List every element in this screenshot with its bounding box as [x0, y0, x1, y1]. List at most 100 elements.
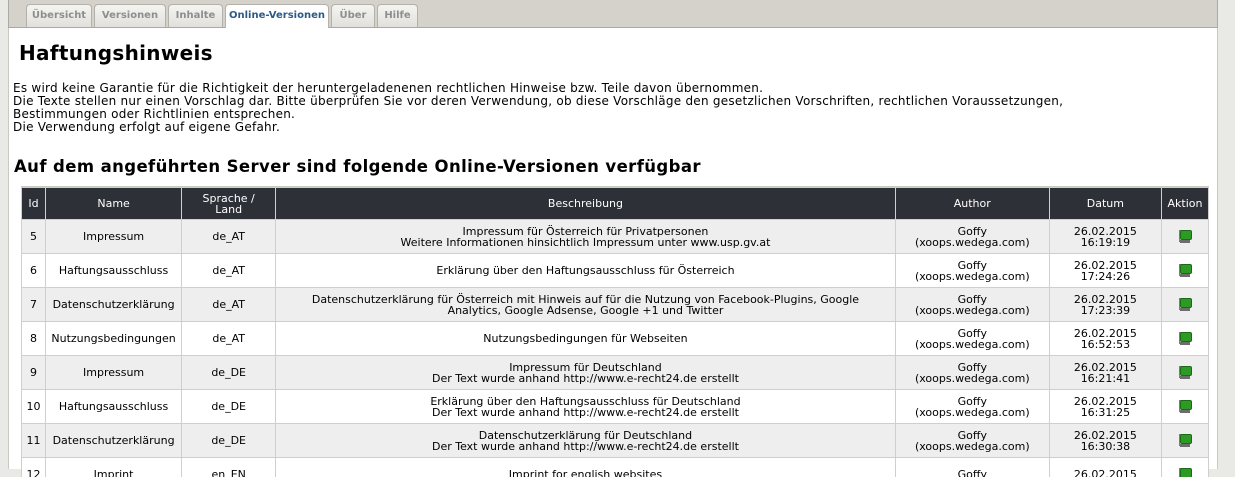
table-header-row: Id Name Sprache /Land Beschreibung Autho… [22, 188, 1208, 219]
download-icon[interactable] [1178, 229, 1192, 243]
description-line-1: Impressum für Österreich für Privatperso… [279, 226, 892, 237]
cell-language: de_AT [182, 220, 275, 253]
author-site: (xoops.wedega.com) [899, 339, 1046, 350]
header-name: Name [46, 188, 181, 219]
cell-name: Haftungsausschluss [46, 254, 181, 287]
cell-name: Impressum [46, 220, 181, 253]
cell-author: Goffy [896, 458, 1049, 477]
cell-language: de_AT [182, 322, 275, 355]
cell-date: 26.02.201516:52:53 [1050, 322, 1161, 355]
date-value: 26.02.2015 [1053, 396, 1158, 407]
description-line-1: Erklärung über den Haftungsausschluss fü… [279, 265, 892, 276]
time-value: 16:30:38 [1053, 441, 1158, 452]
cell-description: Imprint for english websites [276, 458, 895, 477]
table-row: 11Datenschutzerklärungde_DEDatenschutzer… [22, 424, 1208, 457]
cell-name: Datenschutzerklärung [46, 288, 181, 321]
author-site: (xoops.wedega.com) [899, 305, 1046, 316]
versions-table: Id Name Sprache /Land Beschreibung Autho… [21, 187, 1209, 477]
header-date: Datum [1050, 188, 1161, 219]
header-id: Id [22, 188, 45, 219]
cell-date: 26.02.201517:24:26 [1050, 254, 1161, 287]
description-line-2: Der Text wurde anhand http://www.e-recht… [279, 407, 892, 418]
download-icon[interactable] [1178, 297, 1192, 311]
cell-id: 5 [22, 220, 45, 253]
date-value: 26.02.2015 [1053, 469, 1158, 477]
versions-table-wrapper: Id Name Sprache /Land Beschreibung Autho… [21, 186, 1209, 477]
cell-description: Erklärung über den Haftungsausschluss fü… [276, 390, 895, 423]
author-name: Goffy [899, 328, 1046, 339]
table-row: 7Datenschutzerklärungde_ATDatenschutzerk… [22, 288, 1208, 321]
time-value: 17:23:39 [1053, 305, 1158, 316]
description-line-1: Imprint for english websites [279, 469, 892, 477]
date-value: 26.02.2015 [1053, 328, 1158, 339]
author-site: (xoops.wedega.com) [899, 271, 1046, 282]
cell-author: Goffy(xoops.wedega.com) [896, 356, 1049, 389]
tab-versionen[interactable]: Versionen [94, 4, 166, 27]
date-value: 26.02.2015 [1053, 294, 1158, 305]
disclaimer-line: Die Verwendung erfolgt auf eigene Gefahr… [13, 121, 1203, 134]
cell-date: 26.02.201516:30:38 [1050, 424, 1161, 457]
table-row: 10Haftungsausschlussde_DEErklärung über … [22, 390, 1208, 423]
cell-language: en_EN [182, 458, 275, 477]
author-name: Goffy [899, 226, 1046, 237]
description-line-1: Nutzungsbedingungen für Webseiten [279, 333, 892, 344]
cell-date: 26.02.201517:23:39 [1050, 288, 1161, 321]
author-site: (xoops.wedega.com) [899, 407, 1046, 418]
tab-hilfe[interactable]: Hilfe [377, 4, 418, 27]
cell-name: Imprint [46, 458, 181, 477]
tab-ueber[interactable]: Über [331, 4, 375, 27]
header-language: Sprache /Land [182, 188, 275, 219]
time-value: 17:24:26 [1053, 271, 1158, 282]
description-line-2: Der Text wurde anhand http://www.e-recht… [279, 441, 892, 452]
table-row: 8Nutzungsbedingungende_AT Nutzungsbedingu… [22, 322, 1208, 355]
cell-id: 7 [22, 288, 45, 321]
tab-inhalte[interactable]: Inhalte [168, 4, 223, 27]
section-title: Auf dem angeführten Server sind folgende… [14, 157, 701, 176]
download-icon[interactable] [1178, 365, 1192, 379]
cell-description: Datenschutzerklärung für Österreich mit … [276, 288, 895, 321]
cell-action [1162, 220, 1208, 253]
header-action: Aktion [1162, 188, 1208, 219]
cell-id: 9 [22, 356, 45, 389]
cell-language: de_DE [182, 356, 275, 389]
cell-id: 6 [22, 254, 45, 287]
download-icon[interactable] [1178, 433, 1192, 447]
time-value: 16:21:41 [1053, 373, 1158, 384]
cell-id: 12 [22, 458, 45, 477]
author-name: Goffy [899, 294, 1046, 305]
time-value: 16:31:25 [1053, 407, 1158, 418]
description-line-1: Erklärung über den Haftungsausschluss fü… [279, 396, 892, 407]
author-name: Goffy [899, 396, 1046, 407]
disclaimer-text: Es wird keine Garantie für die Richtigke… [13, 82, 1203, 134]
cell-name: Haftungsausschluss [46, 390, 181, 423]
description-line-1: Impressum für Deutschland [279, 362, 892, 373]
cell-description: Impressum für Österreich für Privatperso… [276, 220, 895, 253]
time-value: 16:52:53 [1053, 339, 1158, 350]
cell-description: Datenschutzerklärung für DeutschlandDer … [276, 424, 895, 457]
cell-action [1162, 356, 1208, 389]
tab-uebersicht[interactable]: Übersicht [26, 4, 92, 27]
date-value: 26.02.2015 [1053, 430, 1158, 441]
tab-bar: Übersicht Versionen Inhalte Online-Versi… [8, 0, 1218, 28]
cell-language: de_DE [182, 390, 275, 423]
table-row: 6Haftungsausschlussde_ATErklärung über d… [22, 254, 1208, 287]
date-value: 26.02.2015 [1053, 226, 1158, 237]
page-title: Haftungshinweis [19, 41, 213, 65]
author-site: (xoops.wedega.com) [899, 373, 1046, 384]
cell-name: Datenschutzerklärung [46, 424, 181, 457]
header-description: Beschreibung [276, 188, 895, 219]
table-row: 9Impressumde_DEImpressum für Deutschland… [22, 356, 1208, 389]
download-icon[interactable] [1178, 331, 1192, 345]
tab-online-versionen[interactable]: Online-Versionen [225, 4, 329, 29]
table-row: 5Impressumde_AT Impressum für Österreich … [22, 220, 1208, 253]
cell-description: Nutzungsbedingungen für Webseiten [276, 322, 895, 355]
download-icon[interactable] [1178, 467, 1192, 477]
cell-id: 8 [22, 322, 45, 355]
cell-name: Nutzungsbedingungen [46, 322, 181, 355]
cell-action [1162, 458, 1208, 477]
download-icon[interactable] [1178, 263, 1192, 277]
cell-action [1162, 288, 1208, 321]
author-name: Goffy [899, 362, 1046, 373]
download-icon[interactable] [1178, 399, 1192, 413]
cell-description: Impressum für DeutschlandDer Text wurde … [276, 356, 895, 389]
